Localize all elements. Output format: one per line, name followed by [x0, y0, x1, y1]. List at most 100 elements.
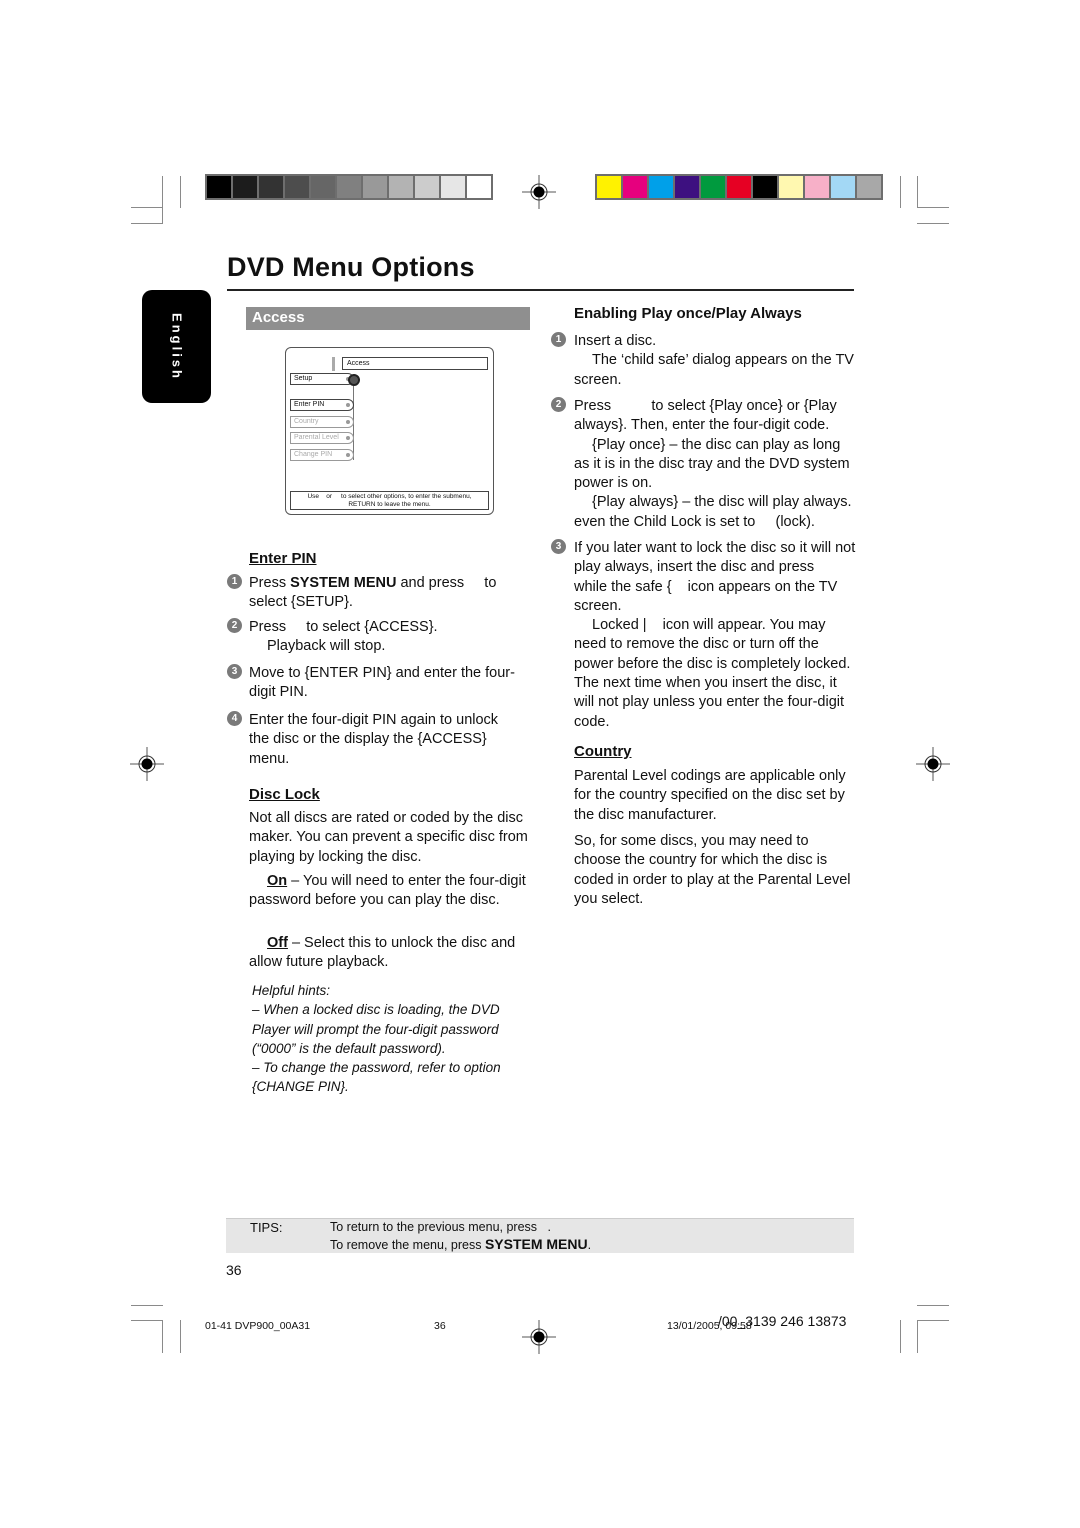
osd-item-label: Parental Level — [294, 434, 339, 441]
play-always-heading: Enabling Play once/Play Always — [574, 305, 802, 322]
disc-lock-off: Off – Select this to unlock the disc and… — [249, 934, 533, 973]
color-swatch — [831, 176, 855, 198]
osd-item-label: Enter PIN — [294, 401, 325, 408]
step-2-icon: 2 — [551, 397, 566, 412]
gray-swatch — [233, 176, 257, 198]
hint-line: – To change the password, refer to optio… — [252, 1060, 501, 1076]
crop-mark — [131, 207, 163, 208]
step-note: Locked | icon will appear. You may need … — [574, 617, 855, 730]
crop-mark — [180, 176, 181, 208]
language-tab-label: English — [169, 312, 184, 381]
country-para-1: Parental Level codings are applicable on… — [574, 768, 846, 823]
crop-mark — [917, 1320, 918, 1353]
crop-mark — [131, 223, 163, 224]
color-swatch — [753, 176, 777, 198]
color-swatch — [857, 176, 881, 198]
step-note: The ‘child safe’ dialog appears on the T… — [574, 352, 854, 388]
hint-line: – When a locked disc is loading, the DVD — [252, 1002, 500, 1018]
color-swatch — [701, 176, 725, 198]
play-once-note: {Play once} – the disc can play as long … — [574, 436, 850, 492]
step-text: Insert a disc. — [574, 333, 657, 349]
osd-item-enter-pin: Enter PIN — [290, 399, 354, 411]
step-3-icon: 3 — [227, 664, 242, 679]
osd-root-item: Setup — [290, 373, 354, 385]
title-divider — [227, 289, 854, 291]
osd-item-country: Country — [290, 416, 354, 428]
osd-item-label: Country — [294, 418, 319, 425]
enter-pin-step-3: Move to {ENTER PIN} and enter the four-d… — [249, 665, 515, 701]
footer-page: 36 — [434, 1320, 446, 1332]
gray-swatch — [467, 176, 491, 198]
osd-navigation-icon — [348, 374, 360, 386]
registration-mark-icon — [522, 1320, 556, 1354]
disc-lock-heading: Disc Lock — [249, 786, 320, 803]
option-off-text: – Select this to unlock the disc and all… — [249, 935, 516, 971]
footer-product-code: /00_3139 246 13873 — [718, 1313, 847, 1329]
color-swatch — [623, 176, 647, 198]
hint-line: {CHANGE PIN}. — [252, 1079, 349, 1095]
osd-footer-line: RETURN to leave the menu. — [348, 501, 431, 508]
key-system-menu: SYSTEM MENU — [484, 1236, 588, 1252]
gray-swatch — [441, 176, 465, 198]
play-step-2: Press to select {Play once} or {Play alw… — [574, 397, 856, 532]
enter-pin-step-4: Enter the four-digit PIN again to unlock… — [249, 712, 499, 767]
crop-mark — [162, 1320, 163, 1353]
osd-item-label: Change PIN — [294, 451, 333, 458]
play-step-3: If you later want to lock the disc so it… — [574, 539, 856, 732]
crop-mark — [917, 207, 949, 208]
crop-mark — [900, 1320, 901, 1353]
tips-line-2: To remove the menu, press SYSTEM MENU. — [330, 1236, 591, 1252]
color-swatch — [597, 176, 621, 198]
crop-mark — [917, 1305, 949, 1306]
gray-swatch — [207, 176, 231, 198]
helpful-hints: Helpful hints: – When a locked disc is l… — [252, 981, 542, 1097]
crop-mark — [900, 176, 901, 208]
page-number: 36 — [226, 1262, 242, 1278]
crop-mark — [180, 1320, 181, 1353]
osd-connector — [332, 357, 335, 371]
gray-swatch — [389, 176, 413, 198]
osd-dot — [346, 403, 350, 407]
disc-lock-intro: Not all discs are rated or coded by the … — [249, 810, 528, 865]
osd-header: Access — [342, 357, 488, 370]
step-1-icon: 1 — [227, 574, 242, 589]
country-heading: Country — [574, 743, 632, 760]
registration-mark-icon — [522, 175, 556, 209]
language-tab: English — [142, 290, 211, 403]
gray-swatch — [311, 176, 335, 198]
enter-pin-step-2: Press to select {ACCESS}. Playback will … — [249, 618, 529, 657]
option-on-text: – You will need to enter the four-digit … — [249, 873, 526, 909]
key-system-menu: SYSTEM MENU — [290, 575, 397, 591]
registration-mark-icon — [130, 747, 164, 781]
gray-swatch — [415, 176, 439, 198]
osd-item-change-pin: Change PIN — [290, 449, 354, 461]
color-swatch — [727, 176, 751, 198]
crop-mark — [131, 1320, 163, 1321]
hint-line: Player will prompt the four-digit passwo… — [252, 1021, 499, 1037]
step-text: Press — [249, 575, 291, 591]
hints-title: Helpful hints: — [252, 983, 331, 998]
step-2-icon: 2 — [227, 618, 242, 633]
footer-file-name: 01-41 DVP900_00A31 — [205, 1320, 311, 1332]
step-3-icon: 3 — [551, 539, 566, 554]
disc-lock-on: On – You will need to enter the four-dig… — [249, 872, 531, 911]
step-1-icon: 1 — [551, 332, 566, 347]
country-para-2: So, for some discs, you may need to choo… — [574, 833, 851, 907]
crop-mark — [917, 176, 918, 208]
crop-mark — [131, 1305, 163, 1306]
crop-mark — [917, 1320, 949, 1321]
osd-dot — [346, 436, 350, 440]
play-always-note: {Play always} – the disc will play alway… — [574, 494, 856, 530]
osd-dot — [346, 453, 350, 457]
osd-root-label: Setup — [294, 375, 313, 382]
step-4-icon: 4 — [227, 711, 242, 726]
tips-text: . — [587, 1238, 592, 1252]
color-swatch — [779, 176, 803, 198]
play-step-1: Insert a disc. The ‘child safe’ dialog a… — [574, 332, 854, 390]
tips-box: TIPS: To return to the previous menu, pr… — [226, 1218, 854, 1253]
tips-line-1: To return to the previous menu, press . — [330, 1220, 551, 1234]
osd-dot — [346, 420, 350, 424]
osd-footer: Use or to select other options, to enter… — [290, 491, 489, 510]
hint-line: (“0000” is the default password). — [252, 1040, 446, 1056]
option-on-label: On — [267, 873, 288, 889]
